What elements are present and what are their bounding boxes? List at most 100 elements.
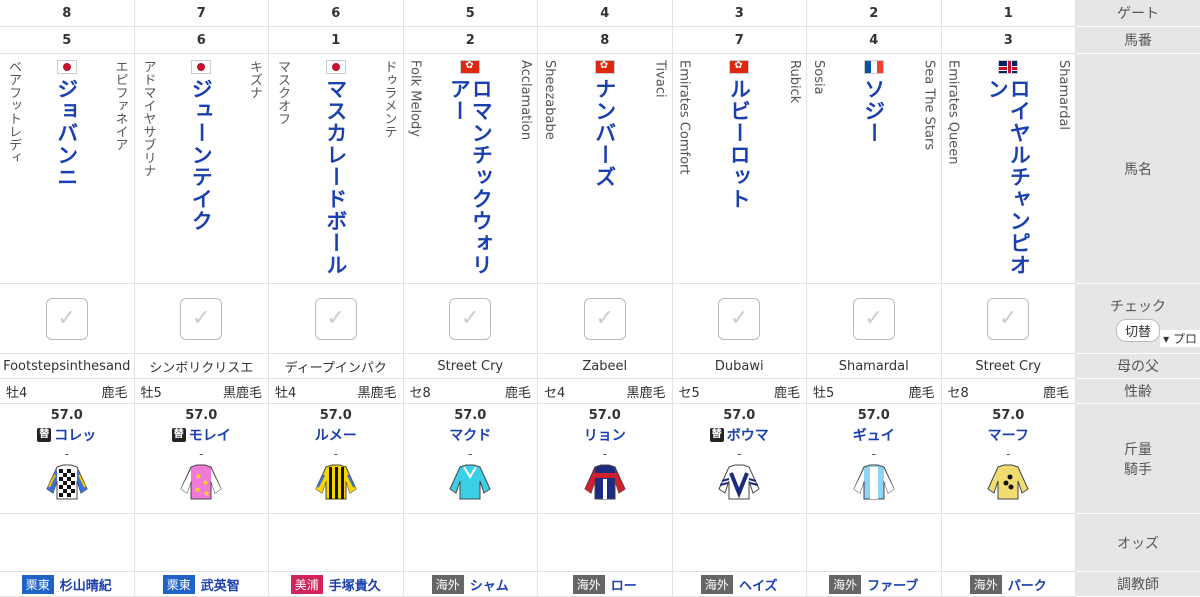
sire-name: エピファネイア <box>112 60 128 151</box>
jockey-cell: 57.0 替ボウマ - <box>672 404 807 514</box>
header-horse-number: 馬番 <box>1076 27 1200 54</box>
check-box[interactable]: ✓ <box>718 297 761 340</box>
jockey-name-link[interactable]: マクド <box>449 425 491 445</box>
check-box[interactable]: ✓ <box>449 297 492 340</box>
trainer-name-link[interactable]: ロー <box>611 575 637 594</box>
check-box[interactable]: ✓ <box>852 297 895 340</box>
header-check-text: チェック <box>1110 298 1166 315</box>
trainer-name-link[interactable]: ヘイズ <box>739 575 778 594</box>
header-weight-jockey: 斤量 騎手 <box>1076 404 1200 514</box>
odds-cell <box>134 514 269 572</box>
horse-name-link[interactable]: ナンバーズ <box>593 78 617 188</box>
sire-name: Shamardal <box>1056 60 1071 131</box>
dam-name: Emirates Queen <box>945 60 961 165</box>
dam-name: Sosia <box>811 60 826 95</box>
jockey-silks-icon <box>850 463 898 505</box>
jockey-name-link[interactable]: モレイ <box>189 425 231 445</box>
check-box[interactable]: ✓ <box>583 297 626 340</box>
weight: 57.0 <box>723 408 756 423</box>
weight: 57.0 <box>588 408 621 423</box>
dam-name: マスクオフ <box>275 60 290 125</box>
horse-name-link[interactable]: ジョバンニ <box>55 78 79 188</box>
gate-number: 8 <box>62 5 72 21</box>
trainer-name-link[interactable]: 杉山晴紀 <box>60 575 112 594</box>
dam-name: Sheezababe <box>542 60 557 140</box>
odds-cell <box>269 514 404 572</box>
gate-number: 6 <box>331 5 341 21</box>
trainer-region-badge: 海外 <box>969 574 1002 594</box>
country-flag-icon <box>863 60 884 74</box>
dam-sire: Zabeel <box>582 358 628 374</box>
gate-number: 1 <box>1003 5 1013 21</box>
trainer-region-badge: 海外 <box>431 574 464 594</box>
substitute-badge: 替 <box>37 428 52 442</box>
jockey-name-link[interactable]: ボウマ <box>727 425 769 445</box>
trainer-region-badge: 栗東 <box>162 574 195 594</box>
jockey-name-link[interactable]: リョン <box>584 425 626 445</box>
horse-name-link[interactable]: ルビーロット <box>727 78 751 210</box>
pro-dropdown[interactable]: ▾ プロ <box>1160 330 1200 347</box>
trainer-cell: 美浦 手塚貴久 <box>269 572 404 597</box>
dam-sire: Street Cry <box>975 358 1042 374</box>
coat-color: 鹿毛 <box>101 385 128 401</box>
trainer-name-link[interactable]: パーク <box>1008 575 1047 594</box>
jockey-name-link[interactable]: コレッ <box>54 425 96 445</box>
jockey-name-link[interactable]: マーフ <box>988 425 1029 445</box>
horse-number: 2 <box>465 32 475 48</box>
country-flag-icon <box>998 60 1019 74</box>
check-box[interactable]: ✓ <box>987 297 1030 340</box>
jockey-cell: 57.0 ギュイ - <box>807 404 942 514</box>
jockey-dash: - <box>1006 447 1011 461</box>
check-cell: ✓ <box>403 284 538 354</box>
horse-name-link[interactable]: ロマンチックウォリアー <box>447 78 493 278</box>
coat-color: 鹿毛 <box>908 385 935 401</box>
horse-name-link[interactable]: ロイヤルチャンピオン <box>985 78 1031 278</box>
trainer-cell: 栗東 武英智 <box>134 572 269 597</box>
sex-age-cell: セ8 鹿毛 <box>403 379 538 404</box>
check-cell: ✓ <box>269 284 404 354</box>
horse-name-link[interactable]: ソジー <box>862 78 886 144</box>
jockey-cell: 57.0 替コレッ - <box>0 404 135 514</box>
trainer-cell: 海外 ヘイズ <box>672 572 807 597</box>
trainer-name-link[interactable]: 武英智 <box>201 575 240 594</box>
dam-sire: Street Cry <box>437 358 504 374</box>
jockey-name-link[interactable]: ルメー <box>315 425 357 445</box>
check-box[interactable]: ✓ <box>45 297 88 340</box>
jockey-dash: - <box>333 447 338 461</box>
jockey-cell: 57.0 リョン - <box>538 404 673 514</box>
sex-age-cell: セ8 鹿毛 <box>941 379 1076 404</box>
check-box[interactable]: ✓ <box>180 297 223 340</box>
horse-name-cell: Sheezababe Tivaci ナンバーズ <box>538 54 673 284</box>
sex-age-cell: 牡5 鹿毛 <box>807 379 942 404</box>
jockey-row: 替モレイ <box>171 425 231 445</box>
sex-age: セ8 <box>947 385 969 401</box>
sex-age: 牡4 <box>6 385 28 401</box>
trainer-name-link[interactable]: シャム <box>470 575 509 594</box>
jockey-row: ギュイ <box>853 425 895 445</box>
sire-name: Tivaci <box>652 60 668 98</box>
jockey-row: ルメー <box>315 425 357 445</box>
sex-age-cell: 牡5 黒鹿毛 <box>134 379 269 404</box>
sex-age: セ4 <box>544 385 566 401</box>
coat-color: 鹿毛 <box>773 385 800 401</box>
check-cell: ✓ <box>807 284 942 354</box>
toggle-button[interactable]: 切替 <box>1115 318 1160 342</box>
dam-sire-cell: ディープインパク <box>269 354 404 379</box>
trainer-name-link[interactable]: 手塚貴久 <box>329 575 381 594</box>
header-dam-sire: 母の父 <box>1076 354 1200 379</box>
header-jockey-text: 騎手 <box>1124 461 1152 478</box>
svg-text:★: ★ <box>194 485 201 494</box>
trainer-name-link[interactable]: ファーブ <box>867 575 918 594</box>
horse-name-link[interactable]: ジューンテイク <box>189 78 213 232</box>
dam-name: アドマイヤサブリナ <box>140 60 156 177</box>
jockey-name-link[interactable]: ギュイ <box>853 425 895 445</box>
horse-name-link[interactable]: マスカレードボール <box>324 78 348 276</box>
gate-cell: 4 <box>538 0 673 27</box>
sex-age: 牡5 <box>140 385 162 401</box>
trainer-cell: 海外 パーク <box>941 572 1076 597</box>
check-box[interactable]: ✓ <box>314 297 357 340</box>
horse-name-cell: マスクオフ ドゥラメンテ マスカレードボール <box>269 54 404 284</box>
sire-name: キズナ <box>247 60 262 99</box>
horse-name-cell: Folk Melody Acclamation ロマンチックウォリアー <box>403 54 538 284</box>
horse-number: 5 <box>62 32 72 48</box>
